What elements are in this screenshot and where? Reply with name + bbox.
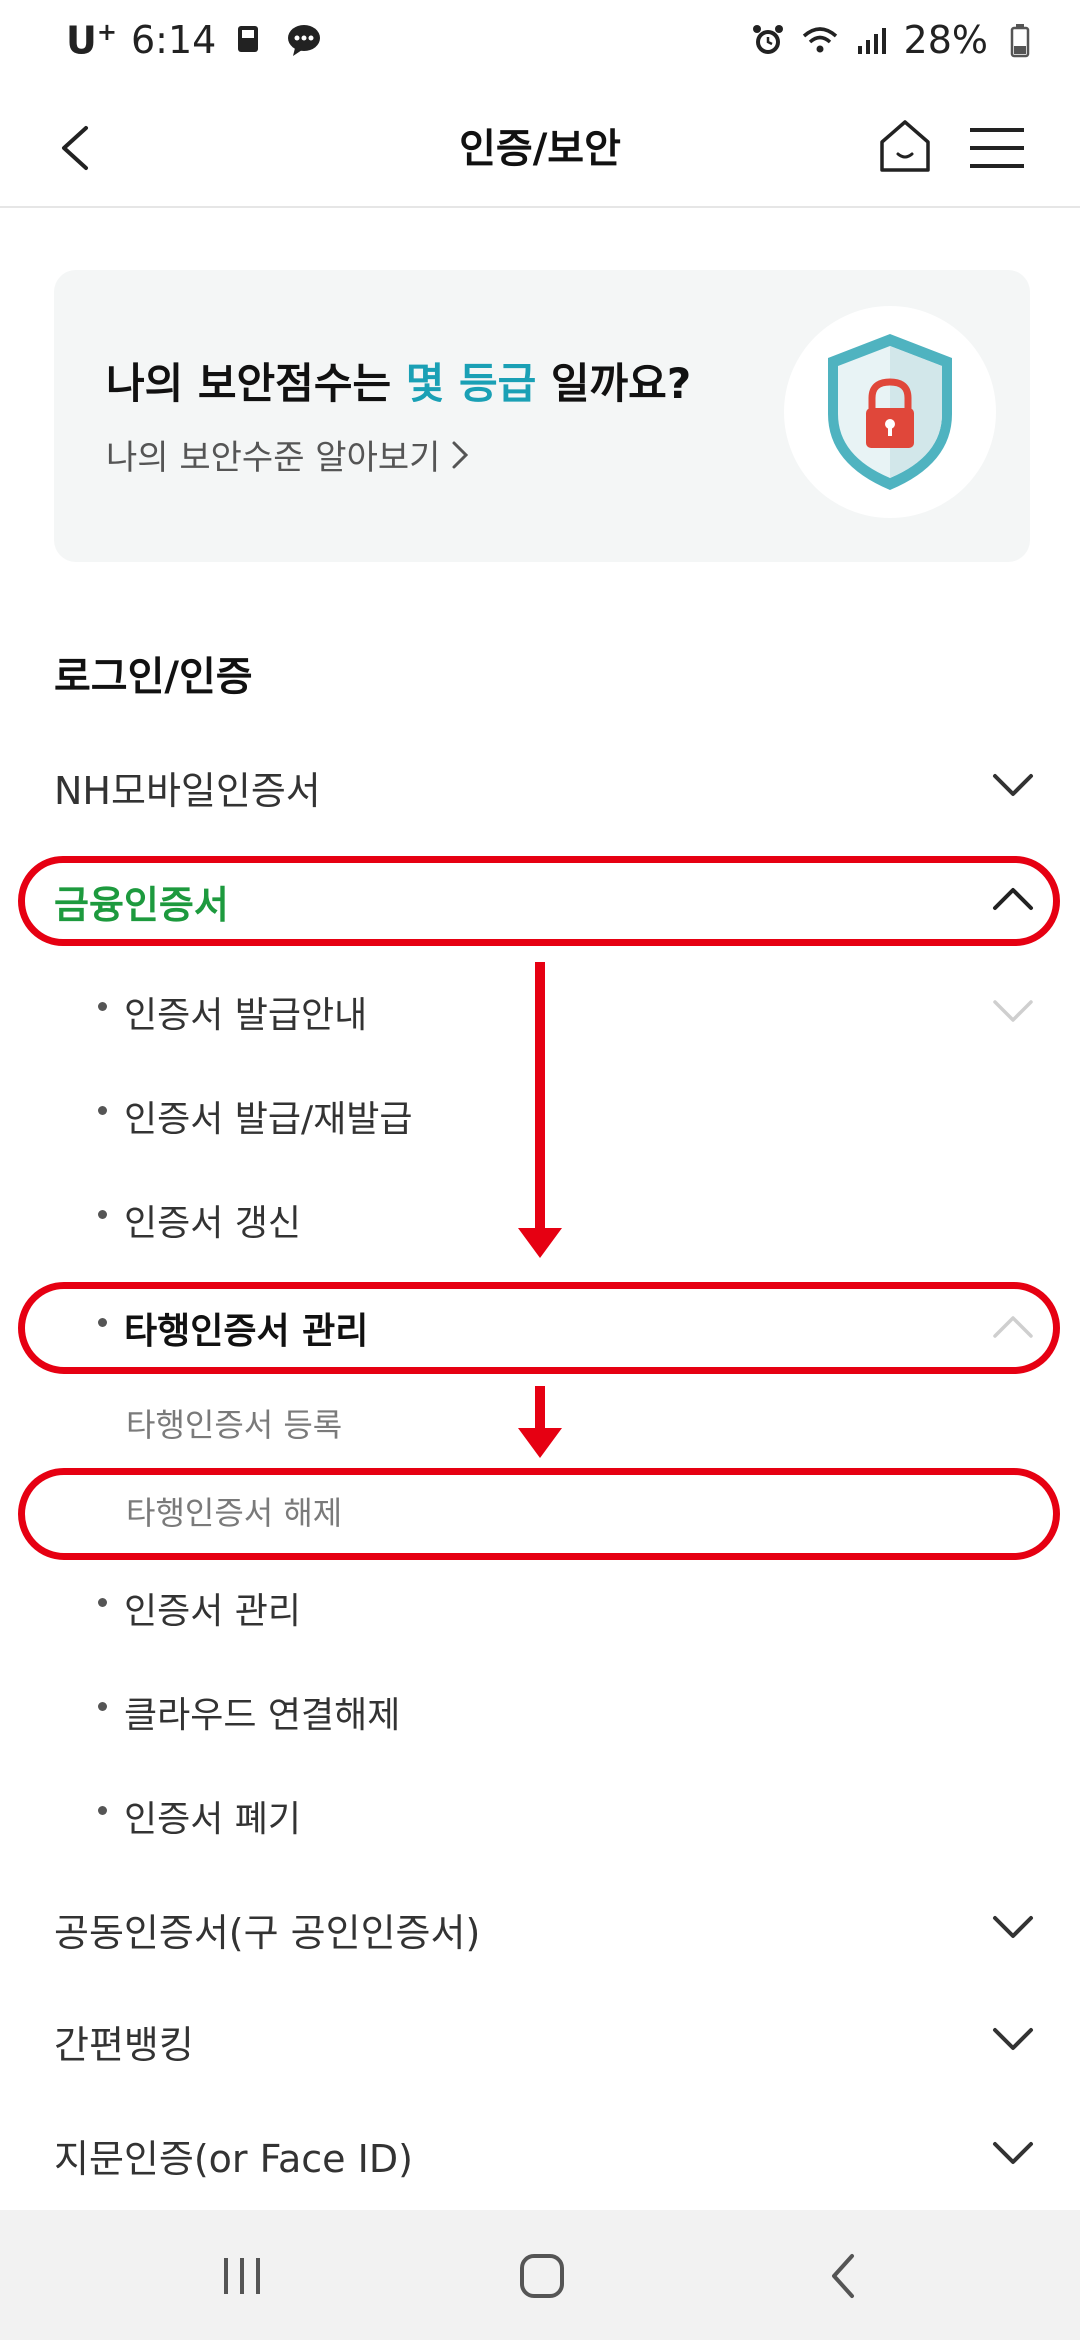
chevron-down-icon	[993, 1916, 1033, 1938]
submenu-item-label: 인증서 발급안내	[124, 995, 368, 1036]
submenu-item-label: 인증서 폐기	[124, 1799, 302, 1840]
chat-icon	[284, 20, 324, 60]
menu-item-nh-mobile[interactable]: NH모바일인증서	[0, 742, 1080, 832]
annotation-arrow-down-1	[518, 962, 562, 1258]
status-bar-right: 28%	[748, 18, 1040, 62]
status-bar: U+ 6:14 28%	[0, 0, 1080, 96]
battery-icon	[1000, 20, 1040, 60]
menu-item-label: 지문인증(or Face ID)	[54, 2137, 413, 2181]
chevron-down-icon	[993, 2142, 1033, 2164]
annotation-ring-other-bank-release	[18, 1468, 1060, 1560]
chevron-down-icon	[993, 774, 1033, 796]
chevron-right-icon	[452, 441, 469, 468]
submenu-item-label: 인증서 관리	[124, 1591, 302, 1632]
home-icon[interactable]	[872, 114, 938, 180]
submenu-item-cert-revoke[interactable]: 인증서 폐기	[0, 1770, 1080, 1860]
submenu-item-cert-manage[interactable]: 인증서 관리	[0, 1562, 1080, 1652]
carrier-label: U+	[66, 18, 117, 63]
bullet	[98, 1806, 107, 1815]
annotation-arrow-down-2	[518, 1386, 562, 1458]
menu-item-fingerprint[interactable]: 지문인증(or Face ID)	[0, 2110, 1080, 2200]
menu-item-joint-cert[interactable]: 공동인증서(구 공인인증서)	[0, 1884, 1080, 1974]
annotation-ring-other-bank-manage	[18, 1282, 1060, 1374]
status-bar-left: U+ 6:14	[66, 18, 324, 63]
submenu-item-cloud-disconnect[interactable]: 클라우드 연결해제	[0, 1666, 1080, 1756]
menu-item-label: 간편뱅킹	[54, 2023, 194, 2067]
back-button-icon[interactable]	[816, 2246, 876, 2306]
system-nav-bar	[0, 2210, 1080, 2340]
app-header: 인증/보안	[0, 96, 1080, 208]
menu-item-label: NH모바일인증서	[54, 769, 321, 813]
section-title-login-auth: 로그인/인증	[54, 654, 253, 700]
bullet	[98, 1210, 107, 1219]
bullet	[98, 1598, 107, 1607]
security-score-banner[interactable]: 나의 보안점수는 몇 등급 일까요? 나의 보안수준 알아보기	[54, 270, 1030, 562]
submenu-item-label: 인증서 갱신	[124, 1203, 302, 1244]
alarm-icon	[748, 20, 788, 60]
submenu-item-label: 클라우드 연결해제	[124, 1695, 401, 1736]
status-time: 6:14	[130, 18, 217, 63]
menu-item-label: 공동인증서(구 공인인증서)	[54, 1911, 481, 1955]
chevron-down-icon	[993, 1000, 1033, 1022]
bullet	[98, 1106, 107, 1115]
submenu-item-label: 타행인증서 등록	[126, 1406, 343, 1444]
bullet	[98, 1002, 107, 1011]
banner-link[interactable]: 나의 보안수준 알아보기	[106, 430, 470, 479]
chevron-down-icon	[993, 2028, 1033, 2050]
security-shield-icon	[784, 306, 996, 518]
signal-icon	[852, 20, 892, 60]
battery-percent: 28%	[903, 18, 988, 62]
bullet	[98, 1702, 107, 1711]
banner-title: 나의 보안점수는 몇 등급 일까요?	[106, 359, 692, 408]
hamburger-menu-icon[interactable]	[966, 118, 1028, 178]
recent-apps-icon[interactable]	[212, 2246, 272, 2306]
annotation-ring-financial	[18, 856, 1060, 946]
menu-item-simple-banking[interactable]: 간편뱅킹	[0, 1996, 1080, 2086]
submenu-item-label: 인증서 발급/재발급	[124, 1099, 413, 1140]
wifi-icon	[800, 20, 840, 60]
home-button-icon[interactable]	[512, 2246, 572, 2306]
notification-app-icon	[230, 20, 270, 60]
